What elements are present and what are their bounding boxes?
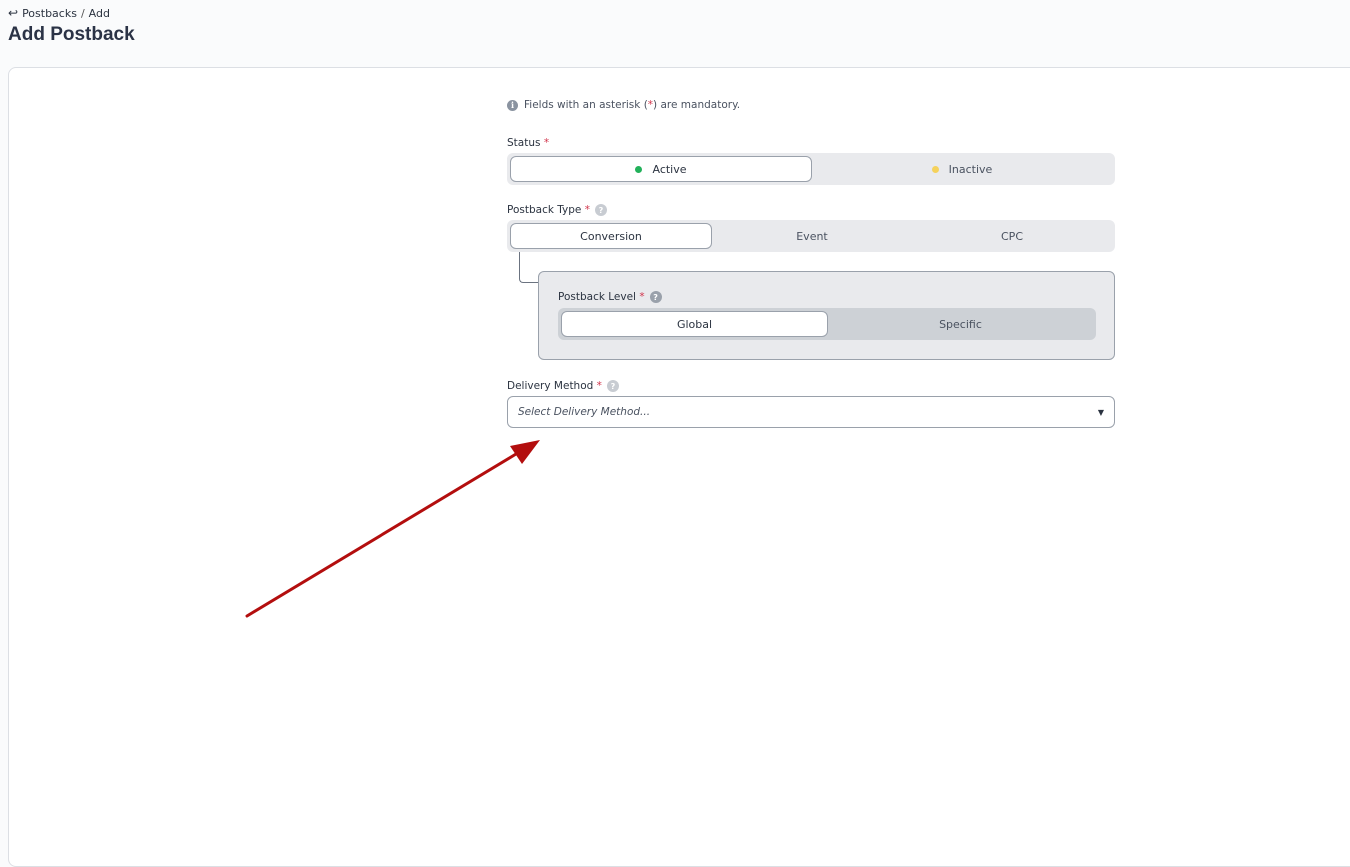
annotation-arrow-icon [245,440,540,618]
